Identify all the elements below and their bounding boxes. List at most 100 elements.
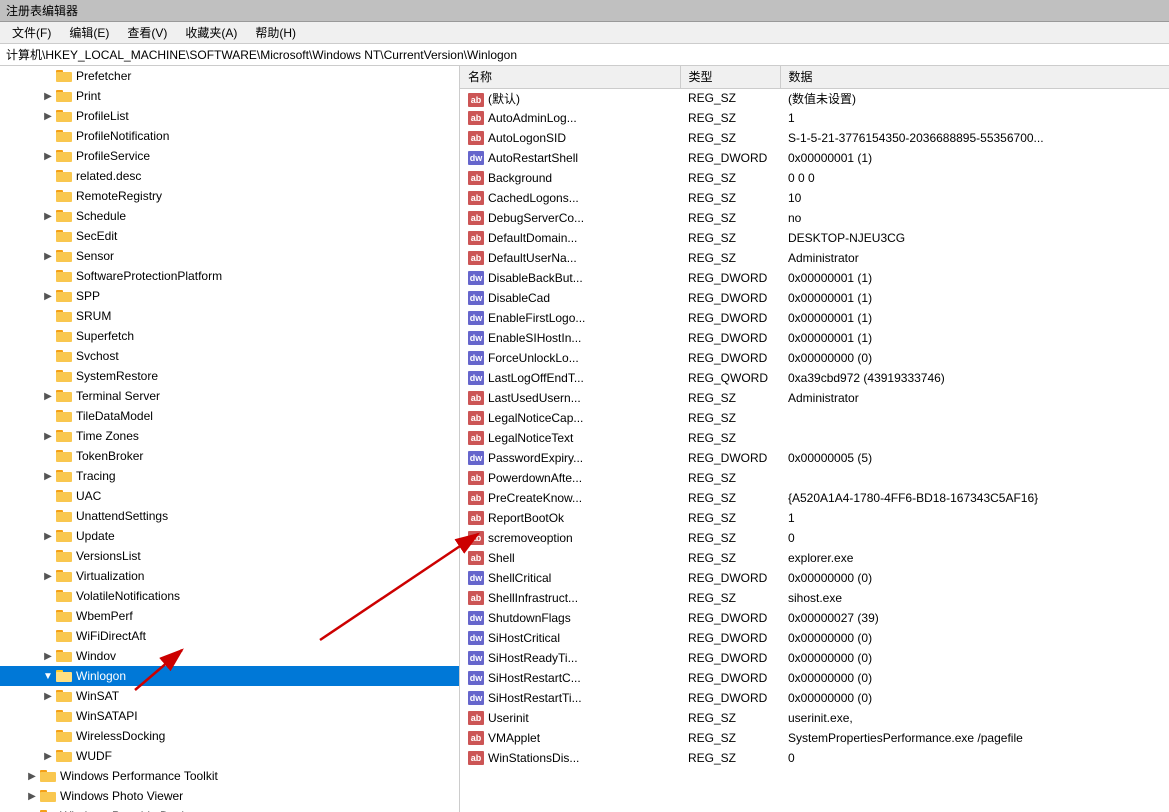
tree-item[interactable]: ▶ProfileList [0,106,459,126]
tree-item[interactable]: related.desc [0,166,459,186]
tree-item[interactable]: UAC [0,486,459,506]
tree-item[interactable]: ▶Windows Portable Devices [0,806,459,812]
table-row[interactable]: dwShellCriticalREG_DWORD0x00000000 (0) [460,568,1169,588]
table-row[interactable]: dwLastLogOffEndT...REG_QWORD0xa39cbd972 … [460,368,1169,388]
table-row[interactable]: dwDisableCadREG_DWORD0x00000001 (1) [460,288,1169,308]
expand-icon[interactable]: ▶ [40,571,56,582]
expand-icon[interactable]: ▼ [40,671,56,682]
table-row[interactable]: dwEnableFirstLogo...REG_DWORD0x00000001 … [460,308,1169,328]
table-row[interactable]: abUserinitREG_SZuserinit.exe, [460,708,1169,728]
col-header-data[interactable]: 数据 [780,66,1169,88]
table-row[interactable]: dwDisableBackBut...REG_DWORD0x00000001 (… [460,268,1169,288]
expand-icon[interactable]: ▶ [40,251,56,262]
table-row[interactable]: abscremoveoptionREG_SZ0 [460,528,1169,548]
tree-item[interactable]: Prefetcher [0,66,459,86]
col-header-name[interactable]: 名称 [460,66,680,88]
tree-item[interactable]: Svchost [0,346,459,366]
tree-item[interactable]: ▶SPP [0,286,459,306]
table-row[interactable]: abPreCreateKnow...REG_SZ{A520A1A4-1780-4… [460,488,1169,508]
tree-item[interactable]: RemoteRegistry [0,186,459,206]
tree-item[interactable]: TileDataModel [0,406,459,426]
table-row[interactable]: dwEnableSIHostIn...REG_DWORD0x00000001 (… [460,328,1169,348]
expand-icon[interactable]: ▶ [40,91,56,102]
tree-item[interactable]: ▶Tracing [0,466,459,486]
menu-file[interactable]: 文件(F) [4,22,59,43]
expand-icon[interactable]: ▶ [40,211,56,222]
table-row[interactable]: abWinStationsDis...REG_SZ0 [460,748,1169,768]
table-row[interactable]: abCachedLogons...REG_SZ10 [460,188,1169,208]
table-row[interactable]: abDebugServerCo...REG_SZno [460,208,1169,228]
table-row[interactable]: abDefaultUserNa...REG_SZAdministrator [460,248,1169,268]
table-row[interactable]: dwPasswordExpiry...REG_DWORD0x00000005 (… [460,448,1169,468]
table-row[interactable]: abAutoLogonSIDREG_SZS-1-5-21-3776154350-… [460,128,1169,148]
tree-item[interactable]: ▶Windows Photo Viewer [0,786,459,806]
table-row[interactable]: abLegalNoticeCap...REG_SZ [460,408,1169,428]
tree-item[interactable]: WinSATAPI [0,706,459,726]
expand-icon[interactable]: ▶ [40,431,56,442]
col-header-type[interactable]: 类型 [680,66,780,88]
table-row[interactable]: dwSiHostRestartTi...REG_DWORD0x00000000 … [460,688,1169,708]
tree-item[interactable]: ▶Time Zones [0,426,459,446]
tree-item[interactable]: ▶Windows Performance Toolkit [0,766,459,786]
tree-item[interactable]: ▶WUDF [0,746,459,766]
tree-item[interactable]: ProfileNotification [0,126,459,146]
cell-type: REG_DWORD [680,268,780,288]
table-row[interactable]: abShellInfrastruct...REG_SZsihost.exe [460,588,1169,608]
table-row[interactable]: dwSiHostCriticalREG_DWORD0x00000000 (0) [460,628,1169,648]
tree-item[interactable]: ▶Update [0,526,459,546]
expand-icon[interactable]: ▶ [40,651,56,662]
table-row[interactable]: dwSiHostRestartC...REG_DWORD0x00000000 (… [460,668,1169,688]
tree-item[interactable]: SoftwareProtectionPlatform [0,266,459,286]
table-row[interactable]: abBackgroundREG_SZ0 0 0 [460,168,1169,188]
table-row[interactable]: abLastUsedUsern...REG_SZAdministrator [460,388,1169,408]
table-row[interactable]: dwAutoRestartShellREG_DWORD0x00000001 (1… [460,148,1169,168]
menu-view[interactable]: 查看(V) [119,22,175,43]
table-row[interactable]: abAutoAdminLog...REG_SZ1 [460,108,1169,128]
table-row[interactable]: dwForceUnlockLo...REG_DWORD0x00000000 (0… [460,348,1169,368]
tree-item[interactable]: ▶Windov [0,646,459,666]
expand-icon[interactable]: ▶ [24,771,40,782]
table-row[interactable]: abShellREG_SZexplorer.exe [460,548,1169,568]
menu-help[interactable]: 帮助(H) [247,22,304,43]
expand-icon[interactable]: ▶ [40,291,56,302]
tree-item[interactable]: ▶ProfileService [0,146,459,166]
tree-item[interactable]: VersionsList [0,546,459,566]
tree-item[interactable]: ▼Winlogon [0,666,459,686]
table-row[interactable]: ab(默认)REG_SZ(数值未设置) [460,88,1169,108]
left-pane[interactable]: Prefetcher▶Print▶ProfileListProfileNotif… [0,66,460,812]
tree-item[interactable]: ▶Virtualization [0,566,459,586]
menu-edit[interactable]: 编辑(E) [61,22,117,43]
tree-item[interactable]: SystemRestore [0,366,459,386]
tree-item[interactable]: WbemPerf [0,606,459,626]
tree-item[interactable]: SecEdit [0,226,459,246]
tree-item[interactable]: ▶Sensor [0,246,459,266]
expand-icon[interactable]: ▶ [40,531,56,542]
expand-icon[interactable]: ▶ [40,751,56,762]
tree-item[interactable]: Superfetch [0,326,459,346]
menu-favorites[interactable]: 收藏夹(A) [177,22,245,43]
table-row[interactable]: abLegalNoticeTextREG_SZ [460,428,1169,448]
expand-icon[interactable]: ▶ [40,111,56,122]
tree-item[interactable]: TokenBroker [0,446,459,466]
right-pane[interactable]: 名称 类型 数据 ab(默认)REG_SZ(数值未设置)abAutoAdminL… [460,66,1169,812]
expand-icon[interactable]: ▶ [40,151,56,162]
expand-icon[interactable]: ▶ [40,391,56,402]
table-row[interactable]: abReportBootOkREG_SZ1 [460,508,1169,528]
expand-icon[interactable]: ▶ [40,471,56,482]
tree-item[interactable]: ▶Schedule [0,206,459,226]
table-row[interactable]: abDefaultDomain...REG_SZDESKTOP-NJEU3CG [460,228,1169,248]
expand-icon[interactable]: ▶ [24,791,40,802]
tree-item[interactable]: VolatileNotifications [0,586,459,606]
table-row[interactable]: abVMAppletREG_SZSystemPropertiesPerforma… [460,728,1169,748]
table-row[interactable]: dwSiHostReadyTi...REG_DWORD0x00000000 (0… [460,648,1169,668]
tree-item[interactable]: UnattendSettings [0,506,459,526]
tree-item[interactable]: ▶Terminal Server [0,386,459,406]
tree-item[interactable]: WiFiDirectAft [0,626,459,646]
tree-item[interactable]: WirelessDocking [0,726,459,746]
tree-item[interactable]: ▶WinSAT [0,686,459,706]
tree-item[interactable]: ▶Print [0,86,459,106]
table-row[interactable]: abPowerdownAfte...REG_SZ [460,468,1169,488]
table-row[interactable]: dwShutdownFlagsREG_DWORD0x00000027 (39) [460,608,1169,628]
tree-item[interactable]: SRUM [0,306,459,326]
expand-icon[interactable]: ▶ [40,691,56,702]
